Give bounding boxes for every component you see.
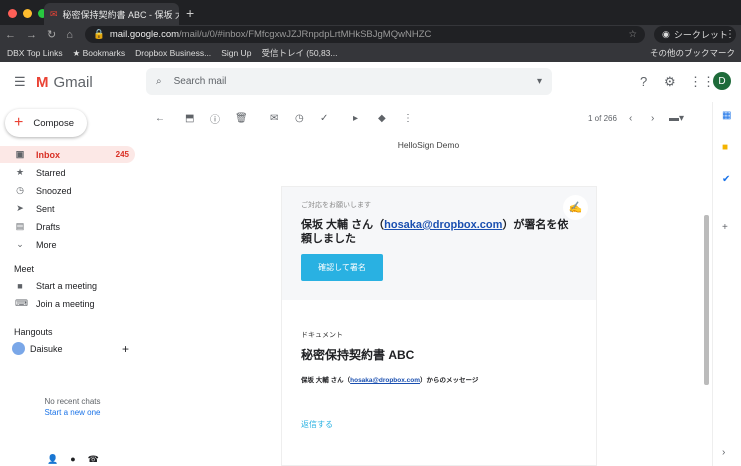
- draft-icon: ▤: [15, 221, 25, 231]
- document-label: ドキュメント: [301, 332, 343, 339]
- input-tools-icon[interactable]: ▬▾: [669, 113, 684, 124]
- bookmark[interactable]: 受信トレイ (50,83...: [261, 47, 337, 59]
- apps-icon[interactable]: ⋮⋮: [689, 74, 715, 90]
- sidebar-item-snoozed[interactable]: ◷ Snoozed: [0, 182, 135, 199]
- browser-chrome: ✉秘密保持契約書 ABC - 保坂 大輔✕ + ← → ↻ ⌂ 🔒mail.googl…: [0, 0, 741, 62]
- hellosign-card: ご対応をお願いします 保坂 大輔 さん（hosaka@dropbox.com）が…: [281, 186, 597, 466]
- menu-icon[interactable]: ⋮: [725, 29, 735, 40]
- sidebar-item-starred[interactable]: ★ Starred: [0, 164, 135, 181]
- sidebar-item-inbox[interactable]: ▣ Inbox 245: [0, 146, 135, 163]
- search-icon: ⌕: [156, 76, 162, 87]
- lock-icon: 🔒: [93, 29, 105, 40]
- more-icon[interactable]: ⋮: [403, 113, 413, 124]
- start-meeting[interactable]: ■ Start a meeting: [0, 277, 135, 294]
- sender-email-link[interactable]: hosaka@dropbox.com: [350, 377, 420, 384]
- email-subject: HelloSign Demo: [397, 140, 460, 150]
- keyboard-icon: ⌨: [15, 298, 28, 308]
- main-menu-icon[interactable]: ☰: [14, 74, 26, 90]
- home-icon[interactable]: ⌂: [66, 29, 73, 41]
- mark-unread-icon[interactable]: ✉: [270, 113, 278, 124]
- new-tab-button[interactable]: +: [186, 5, 194, 21]
- bookmarks-bar: DBX Top Links ★ Bookmarks Dropbox Busine…: [0, 44, 741, 62]
- search-input[interactable]: ⌕ Search mail ▾: [146, 68, 552, 95]
- star-icon[interactable]: ☆: [628, 29, 637, 40]
- move-to-icon[interactable]: ▸: [353, 113, 358, 124]
- review-sign-button[interactable]: 確認して署名: [301, 254, 383, 281]
- gmail-favicon-icon: ✉: [50, 8, 58, 19]
- avatar[interactable]: D: [713, 72, 731, 90]
- gear-icon[interactable]: ⚙: [664, 74, 676, 90]
- join-meeting[interactable]: ⌨ Join a meeting: [0, 295, 135, 312]
- sidebar: + Compose ▣ Inbox 245 ★ Starred ◷ Snoozed ➤ Se…: [0, 102, 145, 466]
- bookmark[interactable]: ★ Bookmarks: [73, 48, 126, 59]
- snooze-icon[interactable]: ◷: [295, 113, 304, 124]
- delete-icon[interactable]: 🗑: [235, 113, 248, 124]
- signature-icon: ✍: [563, 195, 588, 220]
- gmail-logo[interactable]: M Gmail: [36, 74, 93, 91]
- other-bookmarks[interactable]: その他のブックマーク: [650, 47, 735, 59]
- request-label: ご対応をお願いします: [301, 202, 371, 209]
- phone-icon[interactable]: ☎: [88, 454, 99, 465]
- chat-icon[interactable]: ●: [70, 454, 75, 465]
- chevron-down-icon: ⌄: [16, 239, 24, 249]
- hangouts-tabs: 👤 ● ☎: [47, 454, 99, 465]
- label-icon[interactable]: ◆: [378, 113, 386, 124]
- forward-icon[interactable]: →: [26, 29, 37, 41]
- send-icon: ➤: [16, 203, 24, 213]
- person-icon[interactable]: 👤: [47, 454, 58, 465]
- prev-icon[interactable]: ‹: [629, 113, 632, 124]
- search-options-icon[interactable]: ▾: [537, 76, 542, 87]
- request-heading: 保坂 大輔 さん（hosaka@dropbox.com）が署名を依頼しました: [301, 219, 569, 245]
- user-avatar-icon: [12, 342, 25, 355]
- sidebar-item-more[interactable]: ⌄ More: [0, 236, 135, 253]
- compose-button[interactable]: + Compose: [5, 109, 87, 137]
- inbox-icon: ▣: [15, 149, 25, 159]
- calendar-icon[interactable]: ▦: [722, 110, 731, 121]
- help-icon[interactable]: ?: [640, 74, 647, 89]
- side-panel: ▦ ■ ✔ + ›: [712, 102, 741, 466]
- clock-icon: ◷: [16, 185, 24, 195]
- archive-icon[interactable]: ⬒: [185, 113, 194, 124]
- browser-tab[interactable]: ✉秘密保持契約書 ABC - 保坂 大輔✕: [44, 3, 179, 25]
- bookmark[interactable]: DBX Top Links: [7, 48, 63, 58]
- message-from: 保坂 大輔 さん（hosaka@dropbox.com）からのメッセージ: [301, 377, 479, 384]
- message-view: ← ⬒ ⓘ 🗑 ✉ ◷ ✓ ▸ ◆ ⋮ 1 of 266 ‹ › ▬▾ Hell…: [145, 102, 712, 466]
- reply-link[interactable]: 返信する: [301, 419, 333, 430]
- next-icon[interactable]: ›: [651, 113, 654, 124]
- scrollbar[interactable]: [704, 215, 709, 385]
- keep-icon[interactable]: ■: [722, 142, 728, 153]
- pagination: 1 of 266: [588, 113, 617, 123]
- sidebar-item-sent[interactable]: ➤ Sent: [0, 200, 135, 217]
- tasks-icon[interactable]: ✔: [722, 174, 730, 185]
- star-icon: ★: [15, 167, 25, 177]
- url-input[interactable]: 🔒 mail.google.com/mail/u/0/#inbox/FMfcgxw…: [85, 26, 645, 43]
- hangouts-user[interactable]: Daisuke +: [0, 340, 135, 357]
- sidebar-item-drafts[interactable]: ▤ Drafts: [0, 218, 135, 235]
- message-toolbar: ← ⬒ ⓘ 🗑 ✉ ◷ ✓ ▸ ◆ ⋮ 1 of 266 ‹ › ▬▾: [145, 107, 712, 129]
- gmail-header: ☰ M Gmail ⌕ Search mail ▾ ? ⚙ ⋮⋮ D: [0, 62, 741, 102]
- bookmark[interactable]: Sign Up: [221, 48, 251, 58]
- start-chat-link[interactable]: Start a new one: [0, 408, 145, 417]
- profile-button[interactable]: ◉ シークレット: [654, 26, 736, 43]
- document-title: 秘密保持契約書 ABC: [301, 348, 415, 362]
- meet-heading: Meet: [14, 264, 35, 274]
- expand-panel-icon[interactable]: ›: [722, 447, 725, 458]
- add-addon-icon[interactable]: +: [722, 222, 728, 233]
- bookmark[interactable]: Dropbox Business...: [135, 48, 211, 58]
- window-controls[interactable]: [8, 9, 47, 18]
- add-chat-icon[interactable]: +: [122, 342, 129, 356]
- no-chats: No recent chats: [44, 397, 101, 406]
- add-task-icon[interactable]: ✓: [320, 113, 328, 124]
- report-spam-icon[interactable]: ⓘ: [210, 111, 220, 126]
- back-icon[interactable]: ←: [5, 29, 16, 41]
- video-icon: ■: [17, 280, 23, 291]
- reload-icon[interactable]: ↻: [47, 28, 56, 41]
- plus-icon: +: [14, 114, 24, 131]
- incognito-icon: ◉: [662, 29, 670, 39]
- address-bar-row: ← → ↻ ⌂ 🔒 mail.google.com/mail/u/0/#inbox/FM…: [0, 25, 741, 44]
- back-icon[interactable]: ←: [155, 113, 165, 124]
- sender-email-link[interactable]: hosaka@dropbox.com: [384, 219, 502, 231]
- hangouts-heading: Hangouts: [14, 327, 53, 337]
